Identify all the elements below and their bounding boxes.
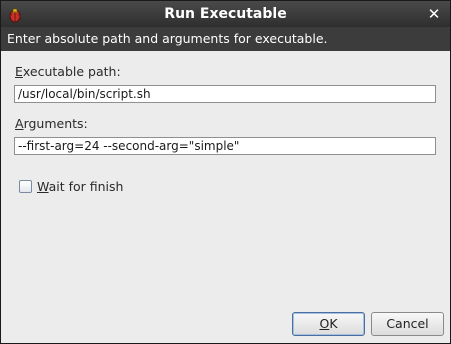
ok-button[interactable]: OK bbox=[292, 312, 365, 336]
executable-path-label-text: xecutable path: bbox=[22, 64, 121, 79]
close-icon[interactable]: ✕ bbox=[424, 4, 444, 24]
arguments-label-text: rguments: bbox=[23, 116, 88, 131]
run-executable-dialog: Run Executable ✕ Enter absolute path and… bbox=[0, 0, 451, 344]
cancel-button[interactable]: Cancel bbox=[371, 312, 444, 336]
wait-for-finish-option[interactable]: Wait for finish bbox=[19, 177, 123, 195]
wait-for-finish-label[interactable]: Wait for finish bbox=[37, 179, 123, 194]
dialog-title: Run Executable bbox=[164, 6, 287, 22]
arguments-label: Arguments: bbox=[15, 116, 88, 131]
ok-button-text: K bbox=[329, 316, 338, 331]
wait-for-finish-mnemonic: W bbox=[37, 178, 49, 194]
wait-for-finish-checkbox[interactable] bbox=[19, 179, 32, 193]
title-bar[interactable]: Run Executable ✕ bbox=[1, 1, 450, 27]
instruction-banner: Enter absolute path and arguments for ex… bbox=[1, 27, 450, 51]
executable-path-label-mnemonic: E bbox=[15, 64, 23, 79]
wait-for-finish-label-text: ait for finish bbox=[48, 178, 124, 194]
executable-path-input[interactable] bbox=[14, 85, 436, 103]
ok-button-mnemonic: O bbox=[319, 316, 330, 331]
arguments-label-mnemonic: A bbox=[15, 116, 24, 131]
arguments-input[interactable] bbox=[14, 137, 436, 155]
executable-path-label: Executable path: bbox=[15, 64, 121, 79]
